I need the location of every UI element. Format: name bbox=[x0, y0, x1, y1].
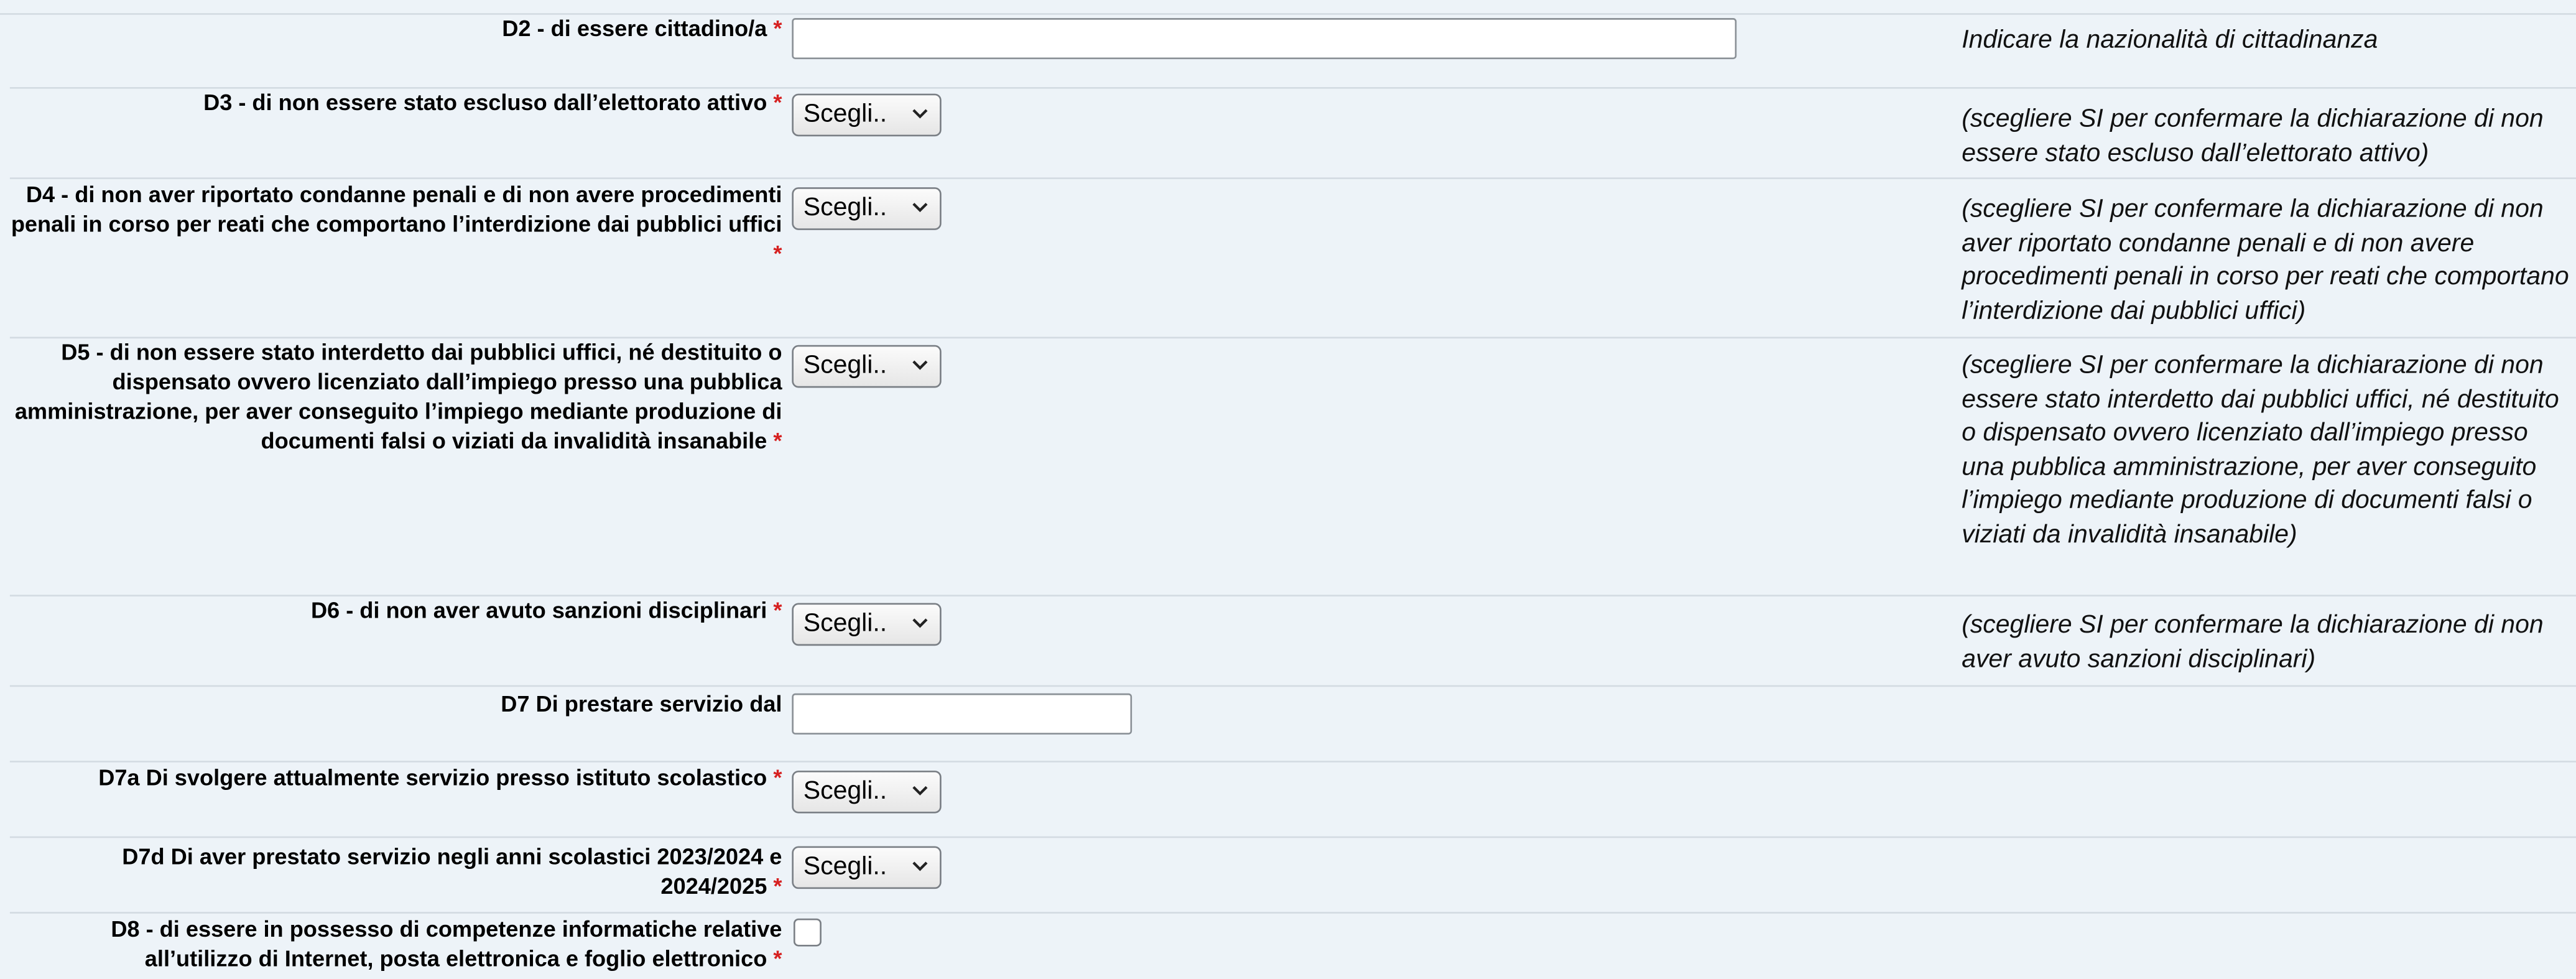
form-row-d7a: D7a Di svolgere attualmente servizio pre… bbox=[9, 761, 2576, 838]
required-marker: * bbox=[773, 429, 782, 454]
form-row-d3: D3 - di non essere stato escluso dall’el… bbox=[9, 87, 2576, 179]
field-label: D7 Di prestare servizio dal bbox=[501, 692, 782, 717]
servizio-dal-input[interactable] bbox=[792, 693, 1133, 735]
form-row-d7: D7 Di prestare servizio dal bbox=[9, 685, 2576, 763]
required-marker: * bbox=[773, 946, 782, 972]
form-row-d4: D4 - di non aver riportato condanne pena… bbox=[9, 177, 2576, 339]
required-marker: * bbox=[773, 766, 782, 791]
form-row-d2: D2 - di essere cittadino/a * Indicare la… bbox=[9, 15, 2576, 89]
competenze-informatiche-checkbox[interactable] bbox=[793, 918, 822, 947]
istituto-scolastico-select[interactable]: Scegli.. bbox=[792, 770, 942, 814]
form-row-d5: D5 - di non essere stato interdetto dai … bbox=[9, 337, 2576, 596]
form-row-d8: D8 - di essere in possesso di competenze… bbox=[10, 912, 2576, 979]
required-marker: * bbox=[773, 598, 782, 623]
field-label: D4 - di non aver riportato condanne pena… bbox=[11, 182, 782, 266]
required-marker: * bbox=[773, 16, 782, 42]
interdizione-select[interactable]: Scegli.. bbox=[792, 345, 942, 388]
cittadinanza-input[interactable] bbox=[792, 18, 1737, 60]
required-marker: * bbox=[773, 241, 782, 266]
field-label: D6 - di non aver avuto sanzioni discipli… bbox=[310, 598, 782, 623]
condanne-penali-select[interactable]: Scegli.. bbox=[792, 187, 942, 230]
chevron-down-icon bbox=[912, 109, 928, 119]
chevron-down-icon bbox=[912, 786, 928, 796]
required-marker: * bbox=[773, 90, 782, 115]
field-hint: (scegliere SI per confermare la dichiara… bbox=[1962, 351, 2559, 549]
form-page: D2 - di essere cittadino/a * Indicare la… bbox=[0, 0, 2576, 979]
sanzioni-select[interactable]: Scegli.. bbox=[792, 603, 942, 646]
field-label: D7d Di aver prestato servizio negli anni… bbox=[122, 844, 782, 899]
form-row-d7d: D7d Di aver prestato servizio negli anni… bbox=[9, 837, 2576, 914]
chevron-down-icon bbox=[912, 861, 928, 871]
field-hint: (scegliere SI per confermare la dichiara… bbox=[1962, 105, 2544, 167]
required-marker: * bbox=[773, 874, 782, 899]
chevron-down-icon bbox=[912, 618, 928, 628]
field-label: D5 - di non essere stato interdetto dai … bbox=[14, 340, 782, 454]
chevron-down-icon bbox=[912, 203, 928, 213]
field-label: D3 - di non essere stato escluso dall’el… bbox=[203, 90, 782, 115]
field-label: D2 - di essere cittadino/a * bbox=[502, 16, 782, 42]
field-hint: (scegliere SI per confermare la dichiara… bbox=[1962, 195, 2569, 325]
elettorato-select[interactable]: Scegli.. bbox=[792, 93, 942, 137]
field-label: D7a Di svolgere attualmente servizio pre… bbox=[98, 766, 782, 791]
chevron-down-icon bbox=[912, 360, 928, 370]
anni-scolastici-select[interactable]: Scegli.. bbox=[792, 846, 942, 889]
form-row-d6: D6 - di non aver avuto sanzioni discipli… bbox=[9, 595, 2576, 687]
field-hint: (scegliere SI per confermare la dichiara… bbox=[1962, 611, 2544, 673]
field-label: D8 - di essere in possesso di competenze… bbox=[111, 917, 782, 972]
field-hint: Indicare la nazionalità di cittadinanza bbox=[1962, 26, 2378, 55]
